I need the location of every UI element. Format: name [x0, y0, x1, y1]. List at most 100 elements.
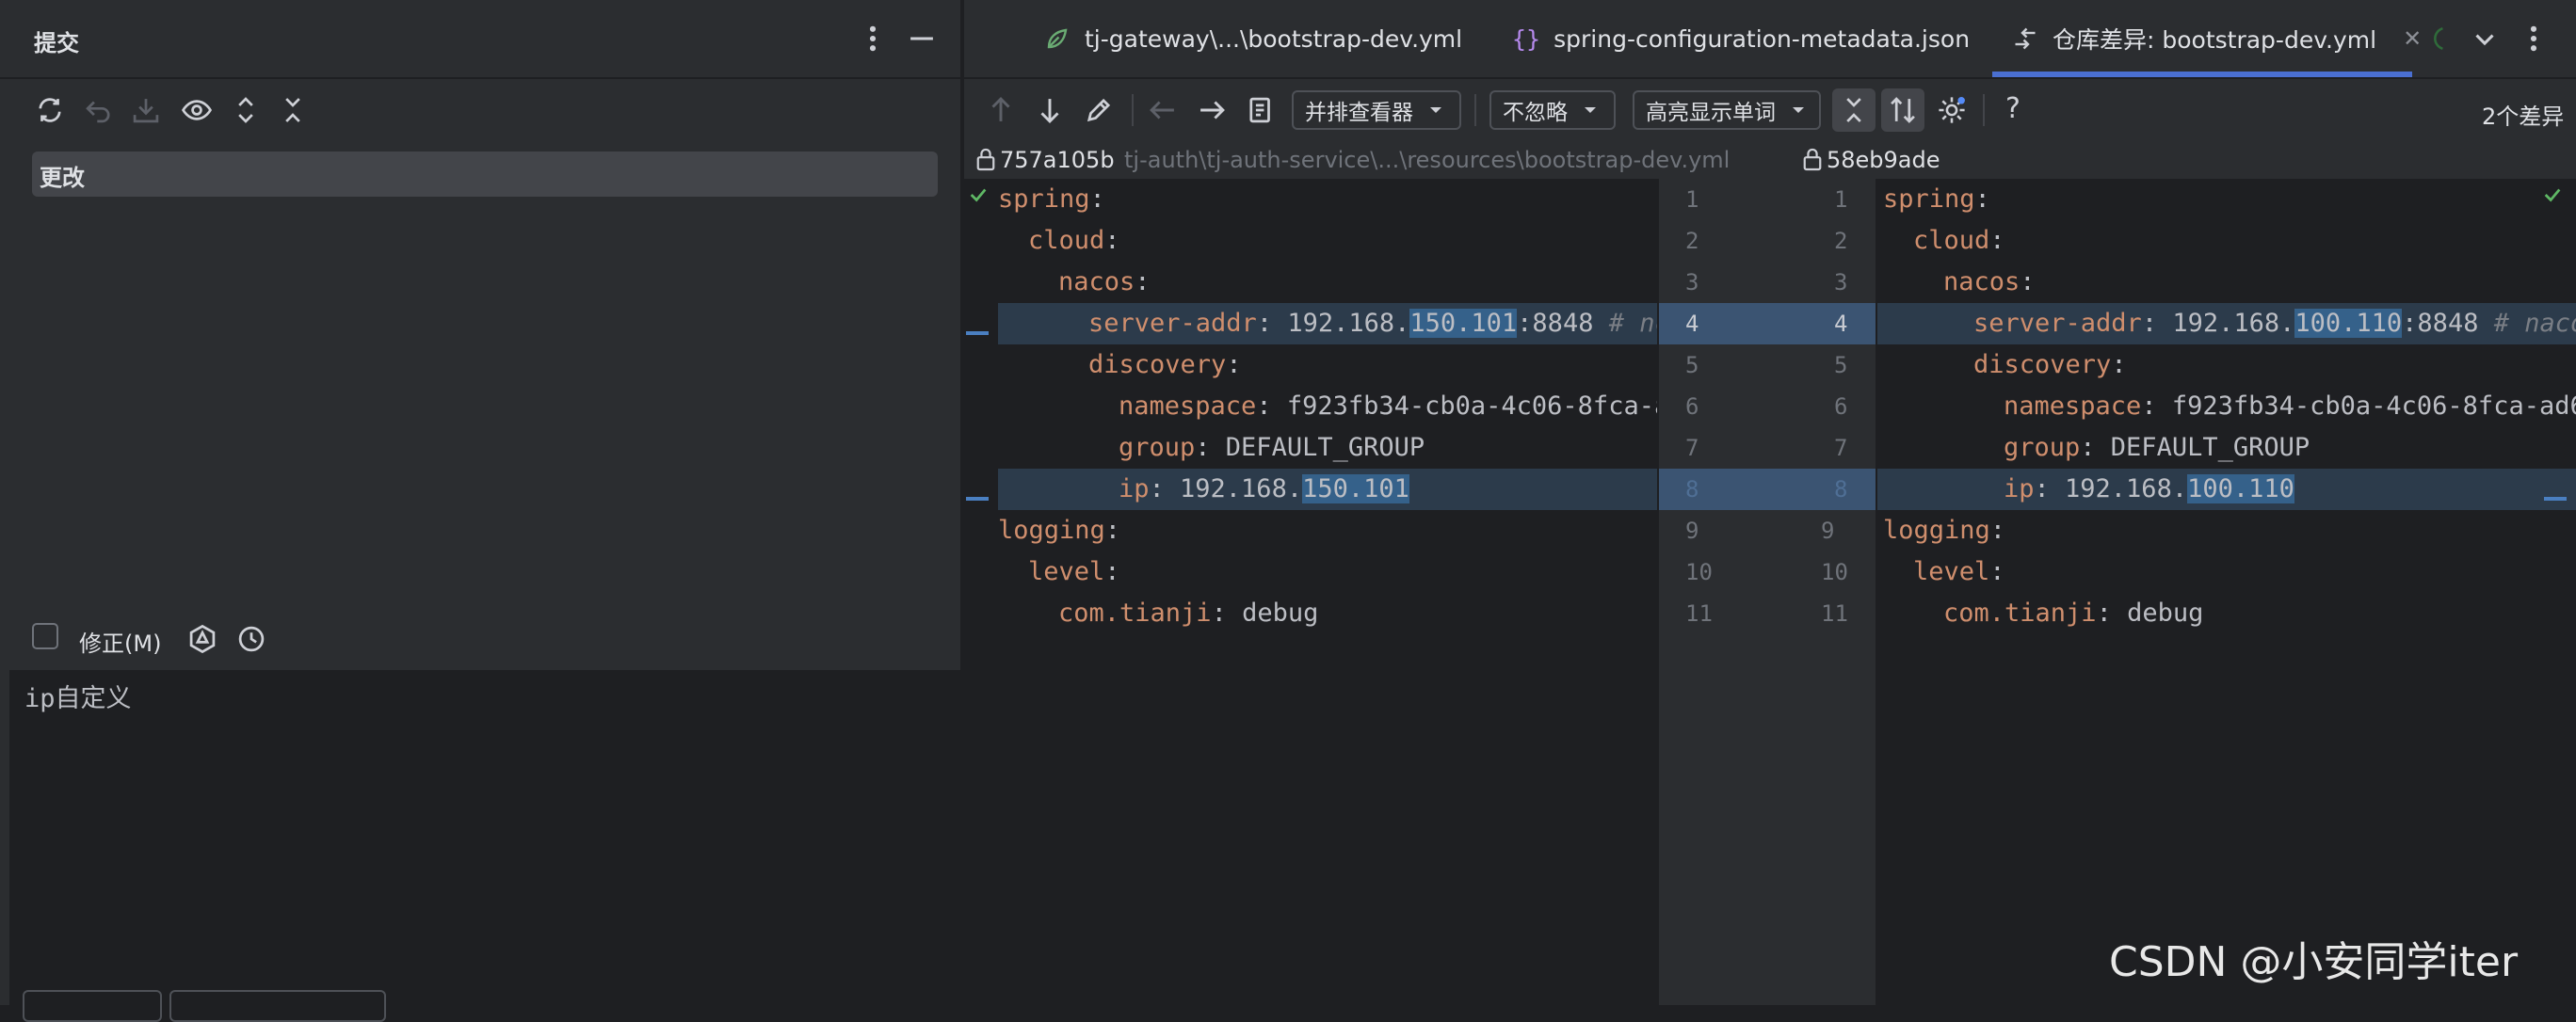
lock-icon	[1803, 148, 1822, 171]
ignore-whitespace-dropdown[interactable]: 不忽略	[1489, 90, 1616, 130]
code-line: spring:	[1883, 184, 1990, 214]
right-line-number: 2	[1834, 228, 1848, 254]
toolbar-separator	[1132, 94, 1134, 126]
tab-repo-diff[interactable]: 仓库差异: bootstrap-dev.yml ✕	[2011, 0, 2422, 77]
prev-difference-icon[interactable]	[979, 88, 1022, 132]
code-line: group: DEFAULT_GROUP	[2004, 433, 2310, 462]
code-line: group: DEFAULT_GROUP	[1119, 433, 1425, 462]
amend-label: 修正(M)	[79, 631, 162, 657]
tab-label: spring-configuration-metadata.json	[1554, 24, 1971, 53]
commit-panel-header: 提交	[0, 0, 960, 79]
left-line-number: 1	[1685, 186, 1699, 213]
diff-right-editor[interactable]: spring: cloud: nacos: server-addr: 192.1…	[1877, 179, 2576, 1005]
code-line-changed: server-addr: 192.168.100.110:8848 # naco	[1973, 309, 2576, 338]
minimize-icon[interactable]	[900, 17, 943, 60]
code-line: level:	[1913, 557, 2005, 586]
help-icon[interactable]: ?	[2005, 92, 2021, 125]
right-line-number: 11	[1821, 600, 1848, 627]
change-marker	[966, 331, 989, 335]
left-line-number: 6	[1685, 393, 1699, 420]
right-line-number: 6	[1834, 393, 1848, 420]
collapse-all-icon[interactable]	[271, 88, 314, 132]
tab-label: 仓库差异: bootstrap-dev.yml	[2053, 26, 2377, 54]
more-options-icon[interactable]	[851, 17, 894, 60]
changed-word-highlight: 150.101	[1302, 474, 1409, 503]
code-line: namespace: f923fb34-cb0a-4c06-8fca-a	[1119, 391, 1657, 421]
next-file-icon[interactable]	[1190, 88, 1233, 132]
left-line-number: 10	[1685, 559, 1713, 585]
right-line-number: 8	[1834, 476, 1848, 503]
code-line: nacos:	[1058, 267, 1151, 296]
code-line: spring:	[998, 184, 1105, 214]
next-difference-icon[interactable]	[1028, 88, 1071, 132]
diff-line-number-gutter: 1 2 3 4 5 6 7 8 9 10 11 1 2 3 4 5 6 7 8 …	[1657, 179, 1877, 1005]
file-list-icon[interactable]	[1239, 88, 1282, 132]
code-line: com.tianji: debug	[1943, 599, 2204, 628]
tab-label: tj-gateway\...\bootstrap-dev.yml	[1085, 24, 1463, 53]
refresh-icon[interactable]	[28, 88, 72, 132]
panel-title: 提交	[34, 30, 79, 56]
dropdown-arrow-icon	[1793, 107, 1804, 113]
right-line-number: 7	[1834, 435, 1848, 461]
left-line-number: 11	[1685, 600, 1713, 627]
left-line-number: 4	[1685, 311, 1699, 337]
show-diff-eye-icon[interactable]	[175, 88, 218, 132]
commit-and-push-button[interactable]	[169, 990, 386, 1022]
code-line: nacos:	[1943, 267, 2036, 296]
toolbar-separator	[1474, 94, 1476, 126]
changed-word-highlight: 150.101	[1409, 309, 1518, 338]
code-line: logging:	[1883, 516, 2006, 545]
history-clock-icon[interactable]	[230, 617, 273, 661]
shelve-icon[interactable]	[124, 88, 168, 132]
tab-more-icon[interactable]	[2512, 17, 2555, 60]
code-line: cloud:	[1028, 226, 1120, 255]
right-line-number: 1	[1834, 186, 1848, 213]
highlight-mode-dropdown[interactable]: 高亮显示单词	[1633, 90, 1821, 130]
amend-checkbox[interactable]	[32, 623, 58, 649]
right-revision-hash: 58eb9ade	[1827, 147, 1940, 173]
active-tab-indicator	[1992, 72, 2412, 77]
diff-left-editor[interactable]: spring: cloud: nacos: server-addr: 192.1…	[964, 179, 1657, 1005]
left-line-number: 9	[1685, 518, 1699, 544]
diff-arrows-icon	[2015, 27, 2036, 50]
expand-all-icon[interactable]	[224, 88, 267, 132]
right-line-number: 10	[1821, 559, 1848, 585]
left-file-path: tj-auth\tj-auth-service\...\resources\bo…	[1124, 147, 1731, 173]
commit-message-text: ip自定义	[24, 684, 132, 713]
tab-list-chevron-icon[interactable]	[2463, 17, 2506, 60]
code-line: cloud:	[1913, 226, 2005, 255]
left-line-number: 2	[1685, 228, 1699, 254]
viewer-mode-dropdown[interactable]: 并排查看器	[1292, 90, 1461, 130]
overflow-tab-icon[interactable]	[2429, 24, 2446, 53]
commit-button[interactable]	[23, 990, 162, 1022]
sync-scroll-icon[interactable]	[1881, 88, 1924, 132]
commit-ai-icon[interactable]	[181, 617, 224, 661]
dropdown-arrow-icon	[1430, 107, 1441, 113]
tab-gateway-bootstrap[interactable]: tj-gateway\...\bootstrap-dev.yml	[1043, 0, 1462, 77]
code-line: namespace: f923fb34-cb0a-4c06-8fca-ad6	[2004, 391, 2576, 421]
rollback-icon[interactable]	[77, 88, 121, 132]
inspection-ok-check-icon	[970, 188, 987, 202]
difference-count: 2个差异	[2482, 104, 2565, 130]
changed-word-highlight: 100.110	[2294, 309, 2403, 338]
code-line: logging:	[998, 516, 1121, 545]
code-line-changed: ip: 192.168.100.110	[2004, 474, 2294, 503]
collapse-unchanged-icon[interactable]	[1832, 88, 1876, 132]
edit-source-pencil-icon[interactable]	[1077, 88, 1120, 132]
right-line-number: 3	[1834, 269, 1848, 295]
left-revision-hash: 757a105b	[1000, 147, 1115, 173]
code-line: discovery:	[1088, 350, 1242, 379]
commit-message-editor[interactable]: ip自定义	[9, 670, 960, 1005]
close-tab-icon[interactable]: ✕	[2403, 25, 2422, 52]
left-line-number: 8	[1685, 476, 1699, 503]
left-line-number: 3	[1685, 269, 1699, 295]
dropdown-arrow-icon	[1585, 107, 1596, 113]
diff-settings-gear-icon[interactable]	[1930, 88, 1973, 132]
highlight-mode-value: 高亮显示单词	[1646, 101, 1776, 125]
changes-group-row[interactable]: 更改	[32, 152, 938, 197]
prev-file-icon[interactable]	[1141, 88, 1184, 132]
watermark-text: CSDN @小安同学iter	[2109, 938, 2519, 986]
tab-spring-metadata[interactable]: {} spring-configuration-metadata.json	[1512, 0, 1970, 77]
toolbar-separator	[1983, 94, 1985, 126]
code-line: level:	[1028, 557, 1120, 586]
